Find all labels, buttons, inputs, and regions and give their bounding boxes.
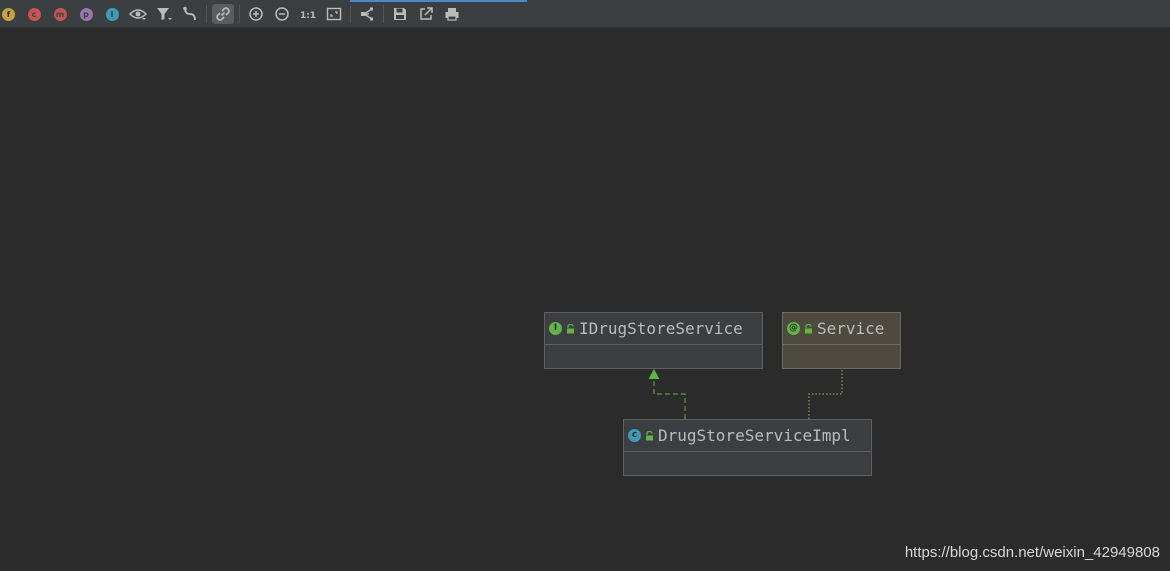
implements-arrowhead — [648, 369, 660, 379]
node-header: I IDrugStoreService — [545, 313, 762, 345]
print-button[interactable] — [442, 4, 462, 24]
node-members — [545, 345, 762, 367]
class-node[interactable]: c DrugStoreServiceImpl — [623, 419, 872, 476]
export-button[interactable] — [416, 4, 436, 24]
annotation-edge — [808, 369, 843, 419]
show-methods-button[interactable]: m — [50, 4, 70, 24]
show-inner-classes-button[interactable]: I — [102, 4, 122, 24]
public-lock-icon — [565, 323, 575, 334]
diagram-edges — [648, 369, 843, 419]
fit-content-icon — [326, 7, 342, 21]
class-icon: c — [628, 429, 641, 442]
interface-node[interactable]: I IDrugStoreService — [544, 312, 763, 369]
watermark: https://blog.csdn.net/weixin_42949808 — [904, 544, 1160, 561]
save-diagram-button[interactable] — [390, 4, 410, 24]
method-icon: m — [53, 7, 67, 21]
link-icon — [216, 7, 230, 21]
fit-content-button[interactable] — [324, 4, 344, 24]
node-header: c DrugStoreServiceImpl — [624, 420, 871, 452]
diagram-canvas[interactable]: I IDrugStoreService @ Service c DrugStor… — [0, 28, 1170, 571]
field-icon: f — [2, 7, 15, 21]
export-icon — [420, 7, 433, 20]
diagram-toolbar: f c m p I 1:1 — [0, 0, 1170, 28]
node-title: IDrugStoreService — [579, 319, 743, 338]
layout-tree-icon — [361, 7, 373, 21]
zoom-in-icon — [249, 7, 263, 21]
node-header: @ Service — [783, 313, 900, 345]
constructor-icon: c — [27, 7, 41, 21]
show-dependencies-button[interactable] — [180, 4, 200, 24]
actual-size-icon: 1:1 — [300, 11, 316, 21]
visibility-filter-button[interactable] — [128, 4, 148, 24]
public-lock-icon — [644, 430, 654, 441]
filter-button[interactable] — [154, 4, 174, 24]
edge-mode-button[interactable] — [212, 4, 234, 24]
toolbar-separator — [239, 5, 240, 23]
actual-size-button[interactable]: 1:1 — [298, 4, 318, 24]
zoom-in-button[interactable] — [246, 4, 266, 24]
node-title: Service — [817, 319, 885, 338]
filter-icon — [157, 8, 172, 20]
interface-icon: I — [549, 322, 562, 335]
annotation-node[interactable]: @ Service — [782, 312, 901, 369]
toolbar-separator — [383, 5, 384, 23]
toolbar-separator — [206, 5, 207, 23]
node-title: DrugStoreServiceImpl — [658, 426, 851, 445]
show-constructors-button[interactable]: c — [24, 4, 44, 24]
apply-layout-button[interactable] — [357, 4, 377, 24]
active-tab-indicator — [350, 0, 527, 2]
zoom-out-icon — [275, 7, 289, 21]
node-members — [783, 345, 900, 367]
dependency-arrow-icon — [183, 6, 196, 21]
annotation-icon: @ — [787, 322, 800, 335]
show-fields-button[interactable]: f — [0, 4, 17, 24]
toolbar-separator — [350, 5, 351, 23]
implements-edge — [653, 378, 686, 419]
show-properties-button[interactable]: p — [76, 4, 96, 24]
node-members — [624, 452, 871, 474]
property-icon: p — [79, 7, 93, 21]
svg-text:1:1: 1:1 — [300, 11, 316, 21]
public-lock-icon — [803, 323, 813, 334]
eye-icon — [129, 9, 147, 20]
print-icon — [445, 8, 459, 21]
inner-class-icon: I — [105, 7, 119, 21]
zoom-out-button[interactable] — [272, 4, 292, 24]
save-icon — [394, 8, 406, 20]
